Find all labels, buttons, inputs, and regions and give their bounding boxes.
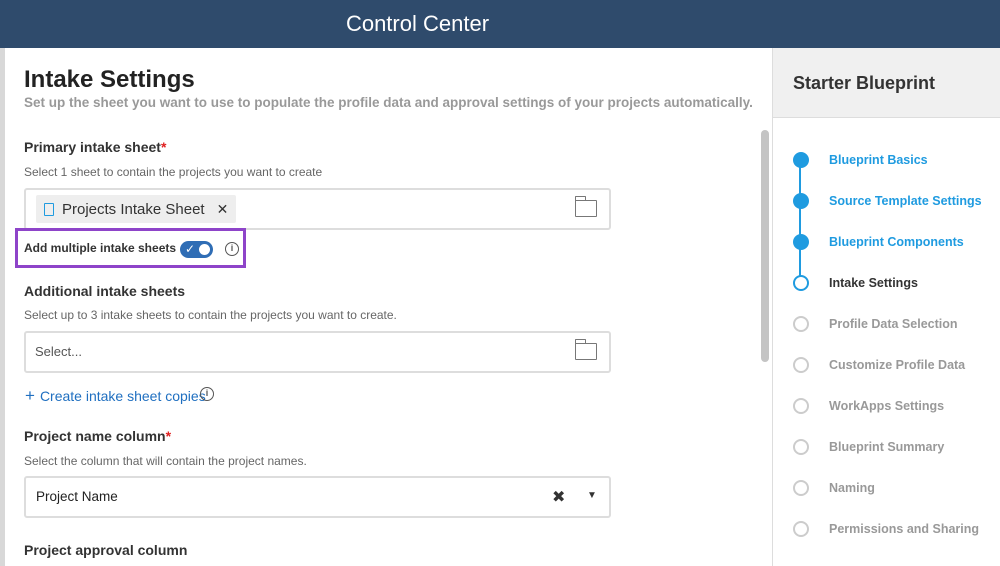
sheet-icon	[44, 202, 54, 216]
plus-icon: +	[25, 386, 35, 405]
additional-sheets-hint: Select up to 3 intake sheets to contain …	[24, 308, 397, 322]
folder-icon[interactable]	[574, 339, 597, 360]
folder-icon[interactable]	[574, 196, 597, 217]
additional-sheets-placeholder: Select...	[35, 344, 82, 359]
step-indicator-icon	[793, 521, 809, 537]
create-copies-link[interactable]: + Create intake sheet copies	[25, 386, 206, 406]
sidebar-step[interactable]: Blueprint Components	[773, 232, 1000, 252]
additional-sheets-label: Additional intake sheets	[24, 283, 186, 299]
approval-column-label: Project approval column	[24, 542, 188, 558]
step-indicator-icon	[793, 152, 809, 168]
step-indicator-icon	[793, 398, 809, 414]
step-indicator-icon	[793, 439, 809, 455]
sheet-chip-label: Projects Intake Sheet	[62, 200, 205, 218]
additional-sheets-picker[interactable]: Select...	[24, 331, 611, 373]
page-title: Intake Settings	[24, 66, 195, 93]
step-label: Intake Settings	[829, 276, 918, 290]
sidebar-title: Starter Blueprint	[773, 48, 1000, 118]
sidebar-step[interactable]: Blueprint Summary	[773, 437, 1000, 457]
clear-icon[interactable]: ✖	[552, 487, 565, 507]
sidebar-step[interactable]: Source Template Settings	[773, 191, 1000, 211]
name-column-label: Project name column*	[24, 428, 172, 444]
sidebar-step[interactable]: Profile Data Selection	[773, 314, 1000, 334]
app-header: Control Center	[0, 0, 1000, 48]
name-column-select[interactable]: Project Name ✖ ▼	[24, 476, 611, 518]
step-indicator-icon	[793, 234, 809, 250]
step-indicator-icon	[793, 275, 809, 291]
step-label: Naming	[829, 481, 875, 495]
primary-sheet-hint: Select 1 sheet to contain the projects y…	[24, 165, 323, 179]
sidebar-step[interactable]: Customize Profile Data	[773, 355, 1000, 375]
sidebar-step[interactable]: WorkApps Settings	[773, 396, 1000, 416]
info-icon[interactable]: i	[200, 387, 214, 401]
name-column-hint: Select the column that will contain the …	[24, 454, 307, 468]
step-label: Blueprint Basics	[829, 153, 928, 167]
sheet-chip: Projects Intake Sheet ✕	[36, 195, 237, 223]
primary-sheet-label: Primary intake sheet*	[24, 139, 167, 155]
step-label: Source Template Settings	[829, 194, 982, 208]
page-subtitle: Set up the sheet you want to use to popu…	[24, 95, 753, 110]
step-indicator-icon	[793, 480, 809, 496]
sidebar-step[interactable]: Blueprint Basics	[773, 150, 1000, 170]
sidebar-step[interactable]: Intake Settings	[773, 273, 1000, 293]
progress-line	[799, 160, 801, 282]
sidebar-step[interactable]: Naming	[773, 478, 1000, 498]
primary-sheet-picker[interactable]: Projects Intake Sheet ✕	[24, 188, 611, 230]
step-label: Blueprint Components	[829, 235, 964, 249]
name-column-value: Project Name	[36, 489, 118, 504]
app-title: Control Center	[345, 11, 490, 36]
multiple-sheets-toggle[interactable]: ✓	[180, 241, 213, 258]
step-label: WorkApps Settings	[829, 399, 945, 413]
multiple-sheets-label: Add multiple intake sheets	[24, 241, 177, 255]
step-label: Blueprint Summary	[829, 440, 945, 454]
step-indicator-icon	[793, 316, 809, 332]
remove-chip-icon[interactable]: ✕	[217, 201, 229, 218]
info-icon[interactable]: i	[225, 242, 239, 256]
step-indicator-icon	[793, 357, 809, 373]
check-icon: ✓	[185, 242, 196, 256]
chevron-down-icon[interactable]: ▼	[587, 490, 597, 501]
step-indicator-icon	[793, 193, 809, 209]
step-label: Profile Data Selection	[829, 317, 958, 331]
step-label: Permissions and Sharing	[829, 522, 980, 536]
scrollbar[interactable]	[761, 130, 769, 362]
step-label: Customize Profile Data	[829, 358, 966, 372]
sidebar-step[interactable]: Permissions and Sharing	[773, 519, 1000, 539]
